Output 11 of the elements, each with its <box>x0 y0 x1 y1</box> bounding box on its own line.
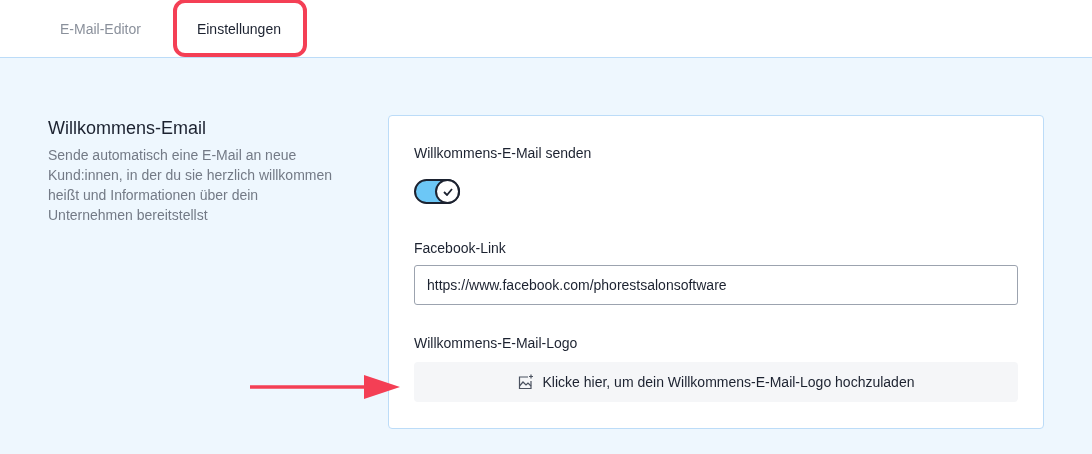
field-label: Willkommens-E-Mail-Logo <box>414 335 579 351</box>
image-add-icon <box>517 374 534 390</box>
tab[interactable]: Einstellungen <box>176 0 301 57</box>
section-description: Sende automatisch eine E-Mail an neue Kund:innen, in der du sie herzlich willkommen heißt und Informationen über dein Unternehmen bereitstellst <box>48 146 334 225</box>
facebook-link-field[interactable]: https://www.facebook.com/phorestsalonsoftware <box>414 265 1018 305</box>
check-icon <box>442 187 453 196</box>
toggle-label: Willkommens-E-Mail senden <box>414 145 593 161</box>
toggle-switch[interactable] <box>414 179 460 204</box>
section-title: Willkommens-Email <box>48 118 207 139</box>
upload-button[interactable]: Klicke hier, um dein Willkommens-E-Mail-Logo hochzuladen <box>414 362 1018 402</box>
field-label: Facebook-Link <box>414 240 507 256</box>
